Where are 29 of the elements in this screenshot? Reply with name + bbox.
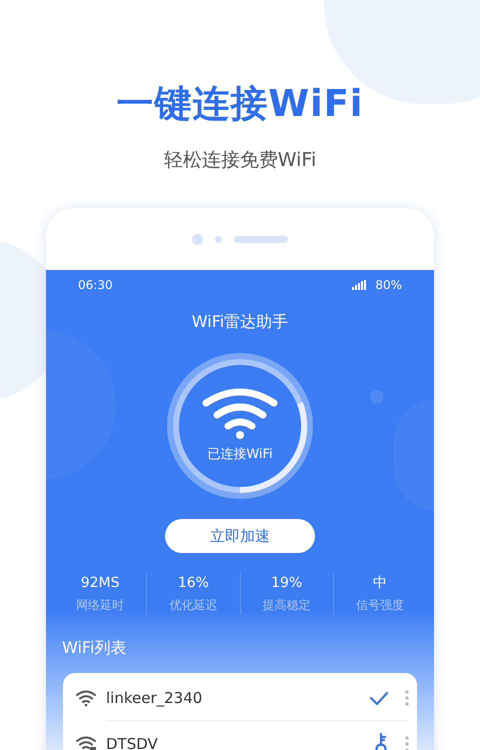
subtitle: 轻松连接免费WiFi bbox=[164, 148, 316, 172]
stat-value: 16% bbox=[178, 574, 209, 593]
stat-value: 92MS bbox=[80, 574, 120, 593]
more-icon[interactable] bbox=[405, 690, 409, 706]
list-title: WiFi列表 bbox=[61, 637, 128, 659]
network-name: DTSDV bbox=[106, 734, 159, 750]
stat-label: 提高稳定 bbox=[262, 597, 311, 614]
more-icon[interactable] bbox=[405, 736, 409, 750]
headline: 一键连接WiFi bbox=[116, 81, 364, 127]
signal-icon bbox=[352, 280, 368, 290]
battery-level: 80% bbox=[375, 277, 402, 294]
connection-status: 已连接WiFi bbox=[207, 446, 273, 464]
stat-label: 网络延时 bbox=[76, 597, 124, 614]
network-name: linkeer_2340 bbox=[106, 688, 204, 709]
wifi-icon bbox=[75, 689, 97, 707]
app-title: WiFi雷达助手 bbox=[190, 311, 290, 333]
stat-value: 19% bbox=[271, 574, 302, 593]
stat-value: 中 bbox=[372, 574, 387, 593]
boost-button[interactable]: 立即加速 bbox=[165, 519, 315, 553]
wifi-list-item[interactable]: linkeer_2340 bbox=[63, 675, 417, 721]
stat-label: 优化延迟 bbox=[169, 597, 218, 614]
status-time: 06:30 bbox=[78, 277, 113, 294]
wifi-list-item[interactable]: DTSDV bbox=[63, 721, 417, 750]
wifi-icon bbox=[201, 387, 279, 440]
key-icon bbox=[375, 733, 389, 750]
checkmark-icon bbox=[369, 690, 389, 706]
stat-label: 信号强度 bbox=[356, 597, 404, 614]
wifi-lock-icon bbox=[75, 735, 97, 750]
speaker-slot bbox=[234, 236, 288, 242]
